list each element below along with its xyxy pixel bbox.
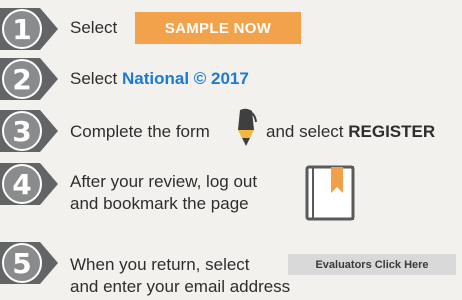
step-text-prefix: Select (70, 69, 118, 88)
step-badge-4: 4 (0, 163, 60, 205)
step-text-suffix: and select REGISTER (266, 121, 435, 142)
step-number: 5 (12, 247, 31, 280)
step-badge-1: 1 (0, 8, 60, 50)
step-badge-3: 3 (0, 110, 60, 152)
sample-now-button[interactable]: SAMPLE NOW (135, 12, 301, 44)
step-badge-2: 2 (0, 58, 60, 100)
step-text-line1: When you return, select (70, 255, 250, 274)
pen-icon (232, 108, 260, 153)
step-text: Complete the form (70, 122, 210, 141)
step-text-and-select: and select (266, 122, 344, 141)
evaluators-button[interactable]: Evaluators Click Here (288, 254, 456, 275)
step-text: Select (70, 18, 118, 37)
step-text: Select National © 2017 (70, 68, 249, 89)
bookmark-book-icon (305, 165, 357, 228)
national-link[interactable]: National © 2017 (122, 69, 249, 88)
step-text-line1: After your review, log out (70, 172, 258, 191)
step-number: 3 (12, 115, 31, 148)
step-text-line2: and enter your email address (70, 277, 291, 296)
step-number: 2 (12, 63, 31, 96)
step-text-line2: and bookmark the page (70, 194, 249, 213)
step-number: 4 (12, 168, 31, 201)
register-label: REGISTER (348, 122, 436, 141)
step-badge-5: 5 (0, 242, 60, 284)
step-number: 1 (12, 13, 31, 46)
